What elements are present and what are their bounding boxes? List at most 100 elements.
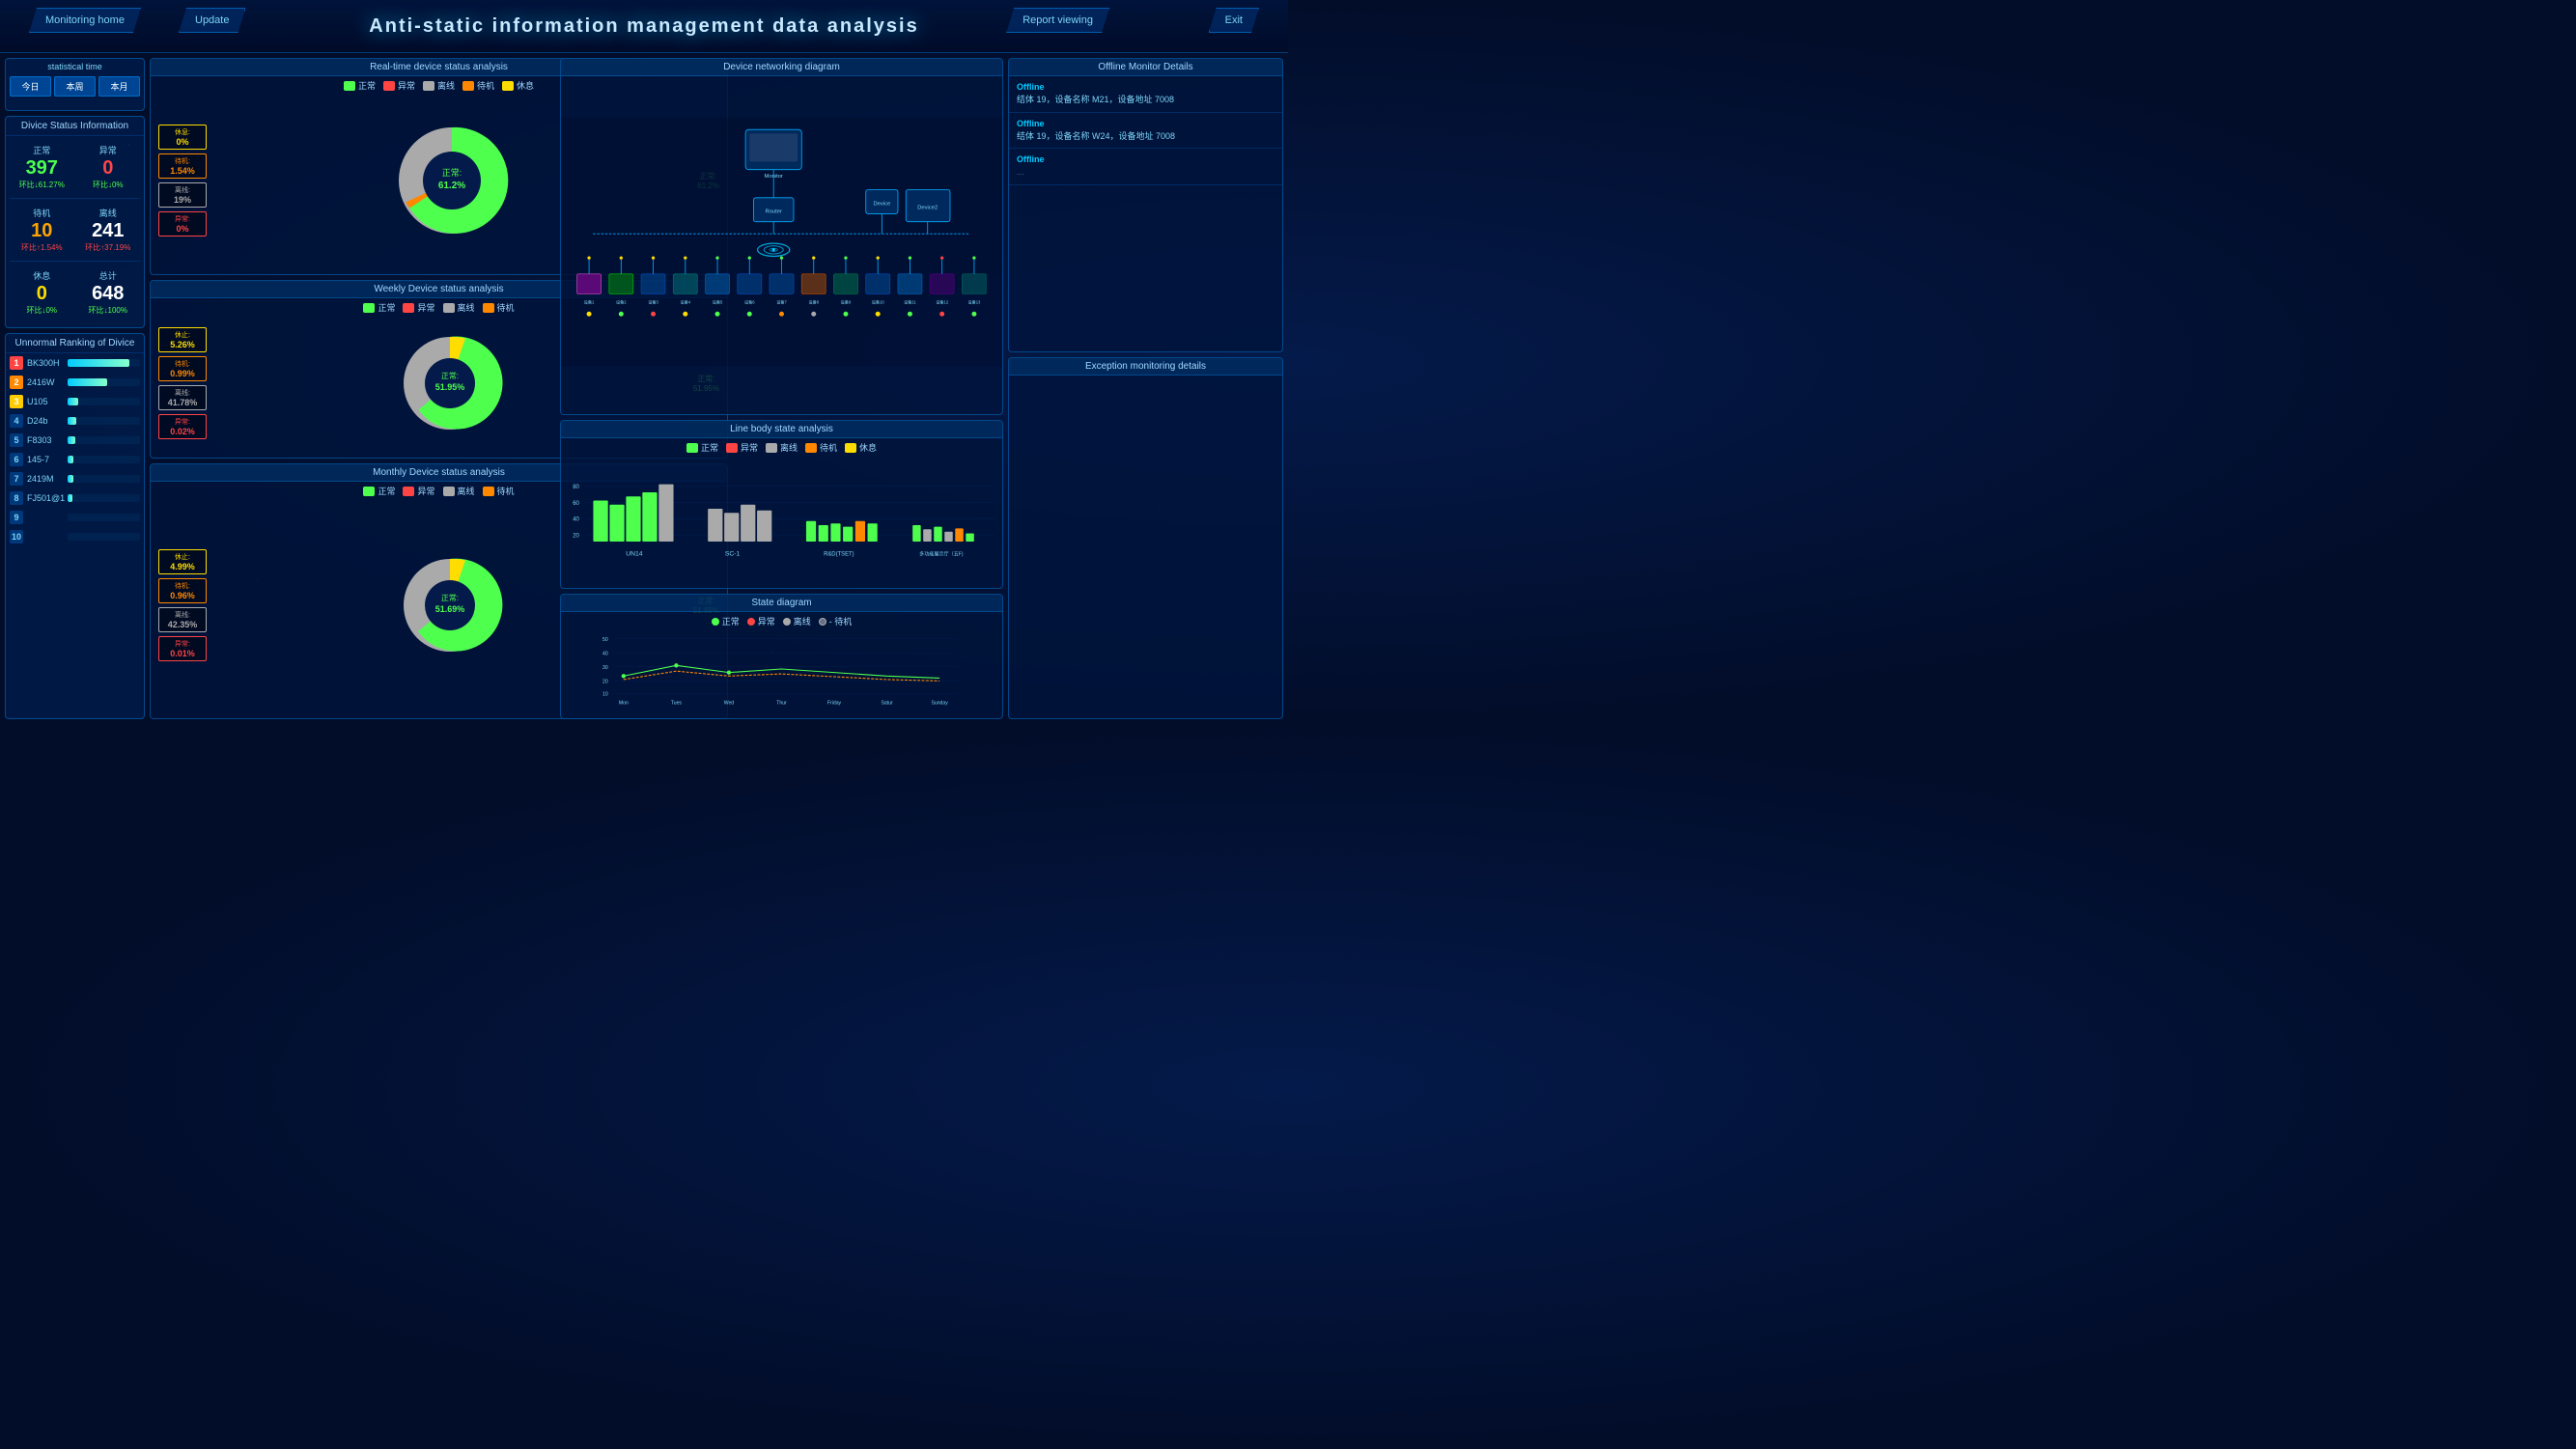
monitoring-home-button[interactable]: Monitoring home xyxy=(29,8,141,33)
content-area: statistical time 今日 本周 本月 Divice Status … xyxy=(0,53,1288,724)
statistical-time-panel: statistical time 今日 本周 本月 xyxy=(5,58,145,111)
normal-status: 正常 397 环比↓61.27% xyxy=(10,140,74,194)
state-diagram-chart: 50 40 30 20 10 Mon Tues Wed xyxy=(561,630,1002,708)
rank-device-name: D24b xyxy=(27,416,64,426)
abnormal-label-box: 异常: 0% xyxy=(158,211,207,237)
offline-monitor-panel: Offline Monitor Details Offline 结体 19，设备… xyxy=(1008,58,1283,352)
m-legend-abnormal: 异常 xyxy=(417,485,434,497)
rest-status: 休息 0 环比↓0% xyxy=(10,265,74,320)
time-buttons: 今日 本周 本月 xyxy=(6,74,144,98)
exit-button[interactable]: Exit xyxy=(1209,8,1259,33)
m-standby-label: 待机: 0.96% xyxy=(158,578,207,603)
svg-text:30: 30 xyxy=(602,665,608,671)
svg-text:Device2: Device2 xyxy=(917,205,938,210)
svg-text:20: 20 xyxy=(602,680,608,685)
offline-item-1: Offline 结体 19，设备名称 M21，设备地址 7008 xyxy=(1009,76,1282,113)
monthly-pie-labels-left: 休止: 4.99% 待机: 0.96% 离线: 42.35% 异常: 0.01% xyxy=(158,549,207,661)
legend-normal: 正常 xyxy=(358,79,376,92)
svg-text:Friday: Friday xyxy=(827,700,842,706)
device-status-title: Divice Status Information xyxy=(6,117,144,136)
svg-text:Sunday: Sunday xyxy=(932,700,949,706)
rank-bar xyxy=(68,359,129,367)
svg-text:设备1: 设备1 xyxy=(584,298,595,304)
rank-item-10: 10 xyxy=(6,527,144,546)
rank-item-9: 9 xyxy=(6,508,144,527)
rank-list: 1 BK300H 2 2416W 3 U105 4 D24b 5 F xyxy=(6,353,144,546)
week-button[interactable]: 本周 xyxy=(54,76,96,97)
rank-bar xyxy=(68,494,72,502)
offline-item-3: Offline ... xyxy=(1009,149,1282,185)
w-abnormal-label: 异常: 0.02% xyxy=(158,414,207,439)
rank-number: 8 xyxy=(10,491,23,505)
rank-number: 9 xyxy=(10,511,23,524)
left-panel: statistical time 今日 本周 本月 Divice Status … xyxy=(5,58,145,719)
weekly-pie-labels-left: 休止: 5.26% 待机: 0.99% 离线: 41.78% 异常: 0.02% xyxy=(158,327,207,439)
abnormal-trend: 环比↓0% xyxy=(78,180,139,190)
header: Monitoring home Update Anti-static infor… xyxy=(0,0,1288,53)
rank-bar-container xyxy=(68,359,140,367)
svg-text:多功能展示厅（五F): 多功能展示厅（五F) xyxy=(919,550,964,557)
m-legend-offline: 离线 xyxy=(458,485,475,497)
rest-label-box: 休息: 0% xyxy=(158,125,207,150)
abnormal-status: 异常 0 环比↓0% xyxy=(76,140,141,194)
legend-rest: 休息 xyxy=(517,79,534,92)
total-label: 总计 xyxy=(78,269,139,282)
w-legend-normal: 正常 xyxy=(378,301,395,314)
svg-text:设备7: 设备7 xyxy=(776,298,787,304)
rank-number: 4 xyxy=(10,414,23,428)
rest-trend: 环比↓0% xyxy=(12,305,72,316)
line-state-legend: 正常 异常 离线 待机 休息 xyxy=(561,438,1002,457)
month-button[interactable]: 本月 xyxy=(98,76,140,97)
rank-bar xyxy=(68,456,73,463)
rank-device-name: 145-7 xyxy=(27,455,64,464)
offline-label-box: 离线: 19% xyxy=(158,182,207,208)
rank-device-name: 2419M xyxy=(27,474,64,484)
abnormal-rank-panel: Unnormal Ranking of Divice 1 BK300H 2 24… xyxy=(5,333,145,719)
abnormal-rank-title: Unnormal Ranking of Divice xyxy=(6,334,144,353)
network-diagram-svg: Monitor Router xyxy=(561,76,1002,407)
rank-device-name: BK300H xyxy=(27,358,64,368)
today-button[interactable]: 今日 xyxy=(10,76,51,97)
rank-item-6: 6 145-7 xyxy=(6,450,144,469)
rank-bar xyxy=(68,398,78,405)
rest-label: 休息 xyxy=(12,269,72,282)
state-diagram-panel: State diagram 正常 异常 离线 - 待机 50 40 30 20 … xyxy=(560,594,1003,719)
svg-text:UN14: UN14 xyxy=(626,550,643,557)
normal-trend: 环比↓61.27% xyxy=(12,180,72,190)
svg-text:Thur: Thur xyxy=(776,700,787,706)
rank-item-2: 2 2416W xyxy=(6,373,144,392)
network-title: Device networking diagram xyxy=(561,59,1002,76)
svg-text:Mon: Mon xyxy=(619,700,629,706)
rank-bar xyxy=(68,436,75,444)
rank-number: 7 xyxy=(10,472,23,486)
weekly-pie-chart: 正常: 51.95% xyxy=(397,330,503,436)
offline-value: 241 xyxy=(78,219,139,242)
offline-items: Offline 结体 19，设备名称 M21，设备地址 7008 Offline… xyxy=(1009,76,1282,185)
rank-item-5: 5 F8303 xyxy=(6,431,144,450)
rank-item-4: 4 D24b xyxy=(6,411,144,431)
svg-text:10: 10 xyxy=(602,692,608,698)
svg-text:设备4: 设备4 xyxy=(680,298,690,304)
svg-text:Device: Device xyxy=(873,201,890,207)
rank-item-7: 7 2419M xyxy=(6,469,144,488)
rank-bar-container xyxy=(68,417,140,425)
device-status-grid: 正常 397 环比↓61.27% 异常 0 环比↓0% 待机 10 环比↑1.5… xyxy=(6,136,144,323)
m-abnormal-label: 异常: 0.01% xyxy=(158,636,207,661)
line-state-panel: Line body state analysis 正常 异常 离线 待机 休息 … xyxy=(560,420,1003,589)
legend-offline: 离线 xyxy=(437,79,455,92)
total-status: 总计 648 环比↓100% xyxy=(76,265,141,320)
report-viewing-button[interactable]: Report viewing xyxy=(1006,8,1109,33)
svg-text:设备5: 设备5 xyxy=(713,298,723,304)
offline-monitor-title: Offline Monitor Details xyxy=(1009,59,1282,76)
rank-bar xyxy=(68,417,76,425)
svg-text:设备8: 设备8 xyxy=(808,298,819,304)
realtime-pie-labels-left: 休息: 0% 待机: 1.54% 离线: 19% 异常: 0% xyxy=(158,125,207,237)
svg-text:61.2%: 61.2% xyxy=(438,181,465,191)
update-button[interactable]: Update xyxy=(179,8,245,33)
line-state-chart: 80 60 40 20 UN14 SC-1 xyxy=(561,457,1002,577)
svg-text:51.69%: 51.69% xyxy=(435,604,465,614)
offline-item-2: Offline 结体 19，设备名称 W24，设备地址 7008 xyxy=(1009,113,1282,150)
abnormal-value: 0 xyxy=(78,156,139,180)
svg-text:Router: Router xyxy=(765,209,781,215)
stat-time-label: statistical time xyxy=(6,59,144,74)
